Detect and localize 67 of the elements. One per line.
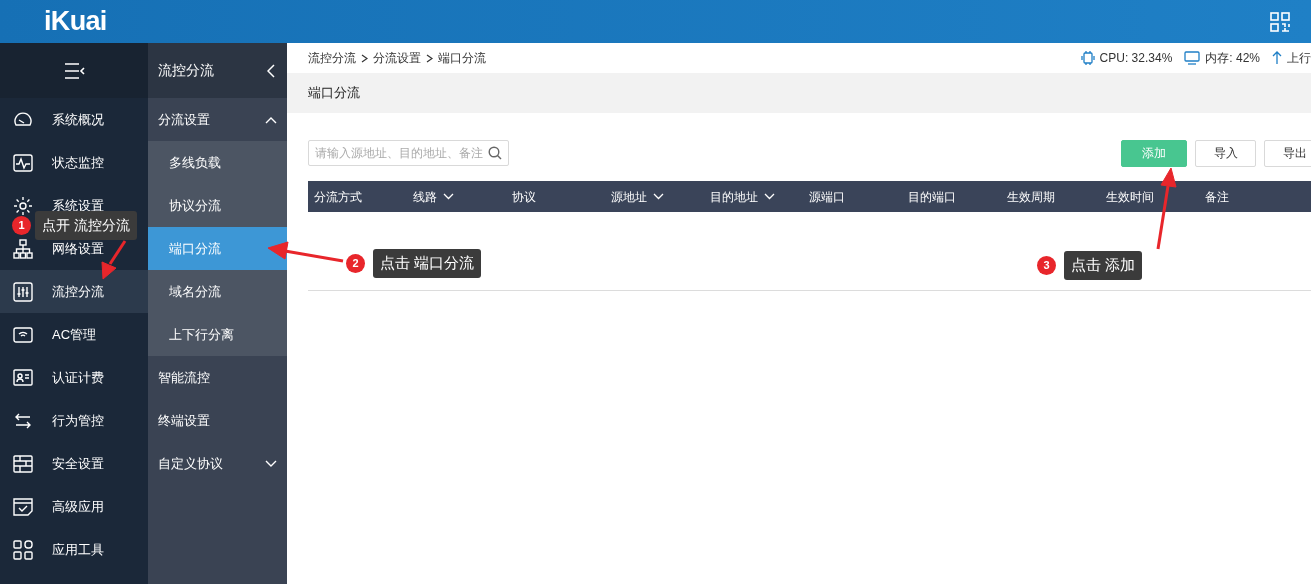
column-header: 协议 — [511, 188, 537, 206]
breadcrumb-link[interactable]: 流控分流 — [308, 49, 356, 67]
submenu-item[interactable]: 上下行分离 — [148, 313, 287, 356]
column-header: 目的端口 — [907, 188, 957, 206]
arrow-up-icon — [1272, 51, 1282, 65]
step-number-tooltip: 2 — [346, 254, 365, 273]
column-header: 备注 — [1204, 188, 1230, 206]
toolbar-button[interactable]: 导出 — [1264, 139, 1311, 167]
submenu-item[interactable]: 终端设置 — [148, 399, 287, 442]
chip-icon — [1080, 51, 1095, 65]
column-header[interactable]: 目的地址 — [704, 187, 803, 206]
chevron-up-icon — [265, 115, 277, 124]
column-header: 源端口 — [808, 188, 846, 206]
callout-tooltip: 点击 添加 — [1064, 251, 1143, 280]
column-header: 分流方式 — [313, 188, 363, 206]
checked-window-icon — [13, 496, 33, 517]
column-header[interactable]: 源地址 — [605, 187, 704, 206]
breadcrumb-link[interactable]: 端口分流 — [438, 49, 486, 67]
submenu-item[interactable]: 分流设置 — [148, 98, 287, 141]
memory-usage: 内存: 42% — [1205, 50, 1260, 67]
monitor-icon — [1184, 51, 1201, 65]
chevron-down-icon[interactable] — [764, 193, 775, 200]
callout-tooltip: 点开 流控分流 — [35, 211, 137, 240]
submenu-item[interactable]: 域名分流 — [148, 270, 287, 313]
certificate-icon — [13, 367, 33, 388]
breadcrumb-link[interactable]: 分流设置 — [373, 49, 421, 67]
toolbar-button[interactable]: 导入 — [1195, 139, 1256, 167]
cpu-usage: CPU: 32.34% — [1099, 50, 1173, 67]
nav-item[interactable]: 系统概况 — [0, 98, 148, 141]
page-title: 端口分流 — [308, 84, 360, 103]
chevron-down-icon[interactable] — [653, 193, 664, 200]
nav-item[interactable]: 流控分流 — [0, 270, 148, 313]
submenu-item[interactable]: 多线负载 — [148, 141, 287, 184]
app-grid-icon — [13, 539, 33, 560]
grid-icon[interactable] — [1269, 10, 1291, 33]
chevron-down-icon — [265, 459, 277, 468]
breadcrumb-separator-icon — [361, 53, 368, 63]
upload-rate: 上行 — [1287, 50, 1311, 67]
wifi-icon — [13, 324, 33, 345]
nav-item[interactable]: 应用工具 — [0, 528, 148, 571]
nav-item[interactable]: 状态监控 — [0, 141, 148, 184]
gear-icon — [13, 195, 33, 216]
submenu-item[interactable]: 协议分流 — [148, 184, 287, 227]
nav-item[interactable]: 认证计费 — [0, 356, 148, 399]
search-icon[interactable] — [488, 146, 502, 160]
nav-item[interactable]: 高级应用 — [0, 485, 148, 528]
step-number-tooltip: 3 — [1037, 256, 1056, 275]
nav-item[interactable]: 安全设置 — [0, 442, 148, 485]
pulse-icon — [13, 152, 33, 173]
brick-wall-icon — [13, 453, 33, 474]
nav-item[interactable]: AC管理 — [0, 313, 148, 356]
submenu-item[interactable]: 智能流控 — [148, 356, 287, 399]
column-header[interactable]: 线路 — [407, 187, 506, 206]
search-field[interactable]: 请输入源地址、目的地址、备注 — [308, 140, 509, 166]
callout-tooltip: 点击 端口分流 — [373, 249, 482, 278]
sliders-icon — [13, 281, 33, 302]
submenu-item[interactable]: 自定义协议 — [148, 442, 287, 485]
column-header: 生效时间 — [1105, 188, 1155, 206]
breadcrumb-separator-icon — [426, 53, 433, 63]
logo: iKuai — [44, 5, 107, 39]
chevron-down-icon[interactable] — [443, 193, 454, 200]
submenu-title: 流控分流 — [158, 61, 214, 80]
column-header: 生效周期 — [1006, 188, 1056, 206]
network-icon — [13, 238, 33, 259]
nav-item[interactable]: 行为管控 — [0, 399, 148, 442]
menu-collapse-icon[interactable] — [63, 61, 85, 80]
chevron-left-icon[interactable] — [267, 63, 275, 78]
